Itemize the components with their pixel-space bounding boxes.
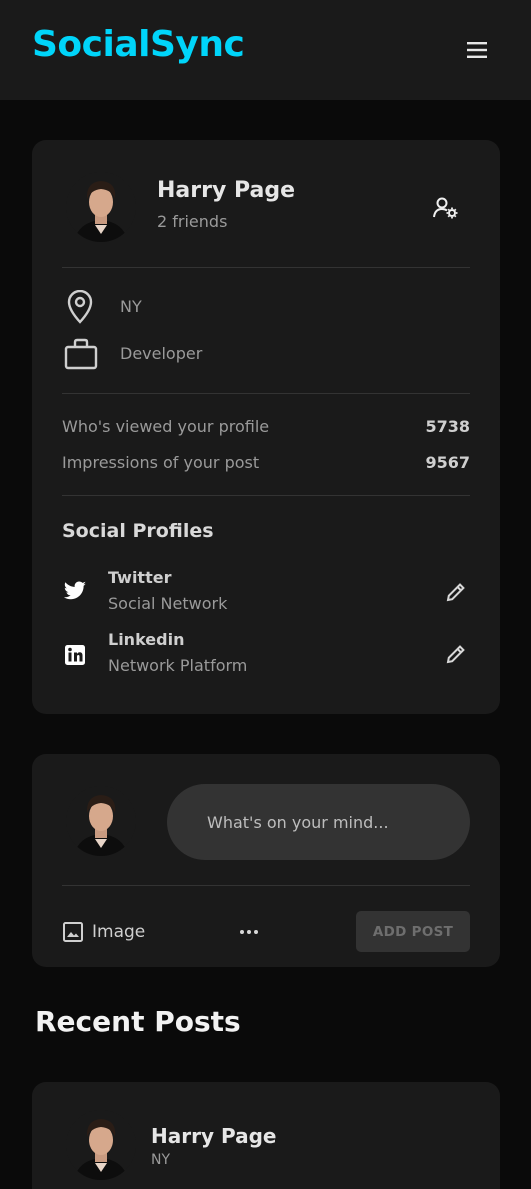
- post-card: Harry Page NY: [32, 1082, 500, 1189]
- social-linkedin-desc: Network Platform: [108, 656, 248, 675]
- user-settings-icon[interactable]: [432, 195, 460, 227]
- social-twitter-desc: Social Network: [108, 594, 228, 613]
- add-post-button[interactable]: ADD POST: [356, 911, 470, 952]
- profile-widget: Harry Page 2 friends NY Developer Who's …: [32, 140, 500, 714]
- brand-logo[interactable]: SocialSync: [32, 24, 245, 65]
- post-composer: Image ADD POST: [32, 754, 500, 967]
- post-impressions-value: 9567: [425, 453, 470, 472]
- recent-posts-heading: Recent Posts: [35, 1005, 241, 1038]
- social-linkedin-name[interactable]: Linkedin: [108, 630, 184, 649]
- social-profiles-title: Social Profiles: [62, 520, 214, 542]
- occupation-text: Developer: [120, 344, 203, 363]
- location-pin-icon: [65, 289, 95, 328]
- add-image-button[interactable]: Image: [62, 918, 145, 946]
- post-author-name[interactable]: Harry Page: [151, 1124, 276, 1148]
- edit-pencil-icon[interactable]: [445, 643, 467, 669]
- location-text: NY: [120, 297, 142, 316]
- twitter-icon: [63, 581, 87, 607]
- social-twitter-name[interactable]: Twitter: [108, 568, 171, 587]
- avatar[interactable]: [66, 172, 136, 242]
- briefcase-icon: [64, 338, 98, 374]
- post-text-input[interactable]: [167, 784, 470, 860]
- profile-name[interactable]: Harry Page: [157, 178, 295, 203]
- add-image-label: Image: [92, 922, 146, 942]
- avatar[interactable]: [66, 786, 136, 856]
- top-navbar: SocialSync: [0, 0, 531, 100]
- hamburger-menu-icon[interactable]: [460, 36, 494, 64]
- divider: [62, 267, 470, 268]
- post-author-location: NY: [151, 1152, 171, 1168]
- linkedin-icon: [64, 644, 86, 670]
- image-icon: [63, 922, 83, 942]
- edit-pencil-icon[interactable]: [445, 581, 467, 607]
- avatar[interactable]: [66, 1110, 136, 1180]
- divider: [62, 885, 470, 886]
- profile-views-value: 5738: [425, 417, 470, 436]
- profile-views-label: Who's viewed your profile: [62, 417, 270, 436]
- post-impressions-label: Impressions of your post: [62, 453, 260, 472]
- more-dots-icon[interactable]: [238, 922, 260, 942]
- divider: [62, 393, 470, 394]
- divider: [62, 495, 470, 496]
- friends-count: 2 friends: [157, 212, 228, 231]
